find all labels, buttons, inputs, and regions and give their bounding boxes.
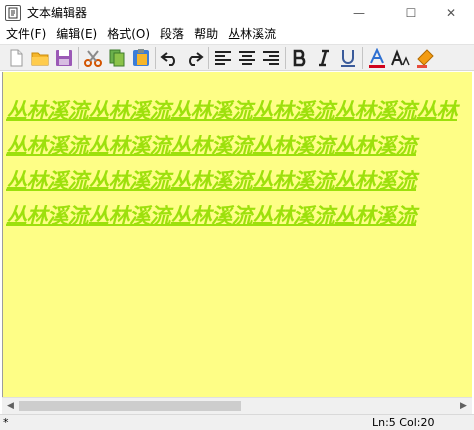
font-color-button[interactable] [365,46,389,70]
paste-button[interactable] [129,46,153,70]
cut-icon [84,49,102,67]
toolbar-separator [285,46,286,69]
toolbar-separator [78,46,79,69]
copy-icon [109,49,125,66]
toolbar-separator [362,46,363,69]
italic-icon [319,49,329,66]
window-title: 文本编辑器 [27,6,88,20]
cursor-position: Ln:5 Col:20 [372,416,435,429]
menu-author[interactable]: 丛林溪流 [223,25,281,44]
underline-icon [341,49,355,67]
background-color-button[interactable] [413,46,437,70]
cut-button[interactable] [81,46,105,70]
scroll-right-arrow-icon[interactable]: ▶ [455,398,472,414]
align-left-button[interactable] [211,46,235,70]
font-color-icon [369,47,385,68]
menu-file[interactable]: 文件(F) [1,25,51,44]
horizontal-scrollbar[interactable]: ◀ ▶ [2,397,472,414]
text-editor-area[interactable]: 丛林溪流丛林溪流丛林溪流丛林溪流丛林溪流丛林 丛林溪流丛林溪流丛林溪流丛林溪流丛… [2,72,472,397]
redo-icon [189,51,204,66]
maximize-icon: ☐ [405,5,417,20]
italic-button[interactable] [312,46,336,70]
status-bar: * Ln:5 Col:20 [0,414,474,430]
menu-help[interactable]: 帮助 [189,25,223,44]
underline-button[interactable] [336,46,360,70]
close-button[interactable]: ✕ [428,0,474,25]
editor-line: 丛林溪流丛林溪流丛林溪流丛林溪流丛林溪流 [6,133,417,158]
align-right-button[interactable] [259,46,283,70]
new-file-icon [10,49,23,66]
notepad-app-icon [5,4,21,21]
align-center-button[interactable] [235,46,259,70]
align-center-icon [239,50,255,65]
bold-button[interactable] [288,46,312,70]
title-bar: 文本编辑器 — ☐ ✕ [0,0,474,25]
paste-icon [133,48,149,66]
save-button[interactable] [52,46,76,70]
align-left-icon [215,50,231,65]
minimize-button[interactable]: — [336,0,382,25]
menu-edit[interactable]: 编辑(E) [51,25,102,44]
scrollbar-thumb[interactable] [19,401,241,411]
new-file-button[interactable] [4,46,28,70]
copy-button[interactable] [105,46,129,70]
toolbar [0,44,474,71]
editor-line: 丛林溪流丛林溪流丛林溪流丛林溪流丛林溪流 [6,203,417,228]
undo-button[interactable] [158,46,182,70]
scroll-left-arrow-icon[interactable]: ◀ [2,398,19,414]
close-icon: ✕ [445,5,457,20]
menu-bar: 文件(F) 编辑(E) 格式(O) 段落 帮助 丛林溪流 [0,25,474,44]
modified-indicator: * [3,416,9,429]
background-color-icon [417,48,434,68]
redo-button[interactable] [182,46,206,70]
menu-format[interactable]: 格式(O) [102,25,155,44]
open-file-button[interactable] [28,46,52,70]
menu-paragraph[interactable]: 段落 [155,25,189,44]
font-size-button[interactable] [389,46,413,70]
align-right-icon [263,50,279,65]
bold-icon [293,49,306,66]
toolbar-separator [155,46,156,69]
save-icon [56,49,72,66]
editor-line: 丛林溪流丛林溪流丛林溪流丛林溪流丛林溪流 [6,168,417,193]
undo-icon [160,51,175,66]
toolbar-separator [208,46,209,69]
editor-line: 丛林溪流丛林溪流丛林溪流丛林溪流丛林溪流丛林 [6,98,458,123]
font-size-icon [391,48,410,65]
minimize-icon: — [353,5,365,20]
open-folder-icon [31,52,49,65]
